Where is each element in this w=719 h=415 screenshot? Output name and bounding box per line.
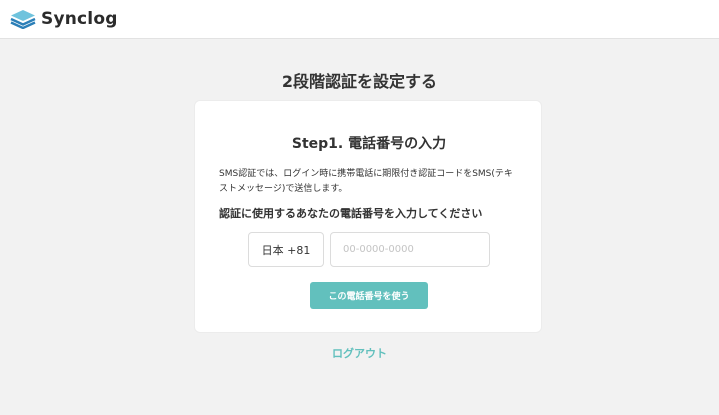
setup-card: Step1. 電話番号の入力 SMS認証では、ログイン時に携帯電話に期限付き認証…	[194, 100, 542, 333]
country-code-select[interactable]: 日本 +81	[248, 232, 324, 267]
use-phone-button[interactable]: この電話番号を使う	[310, 282, 428, 309]
logout-link[interactable]: ログアウト	[0, 345, 719, 361]
top-bar: Synclog	[0, 0, 719, 39]
app-logo[interactable]: Synclog	[10, 8, 118, 30]
layers-icon	[10, 10, 36, 29]
step-title: Step1. 電話番号の入力	[291, 136, 447, 152]
page-title: 2段階認証を設定する	[281, 72, 438, 91]
sms-description: SMS認証では、ログイン時に携帯電話に期限付き認証コードをSMS(テキストメッセ…	[219, 169, 513, 194]
phone-number-input[interactable]	[330, 232, 490, 267]
app-name: Synclog	[41, 9, 118, 29]
phone-prompt: 認証に使用するあなたの電話番号を入力してください	[219, 207, 483, 220]
